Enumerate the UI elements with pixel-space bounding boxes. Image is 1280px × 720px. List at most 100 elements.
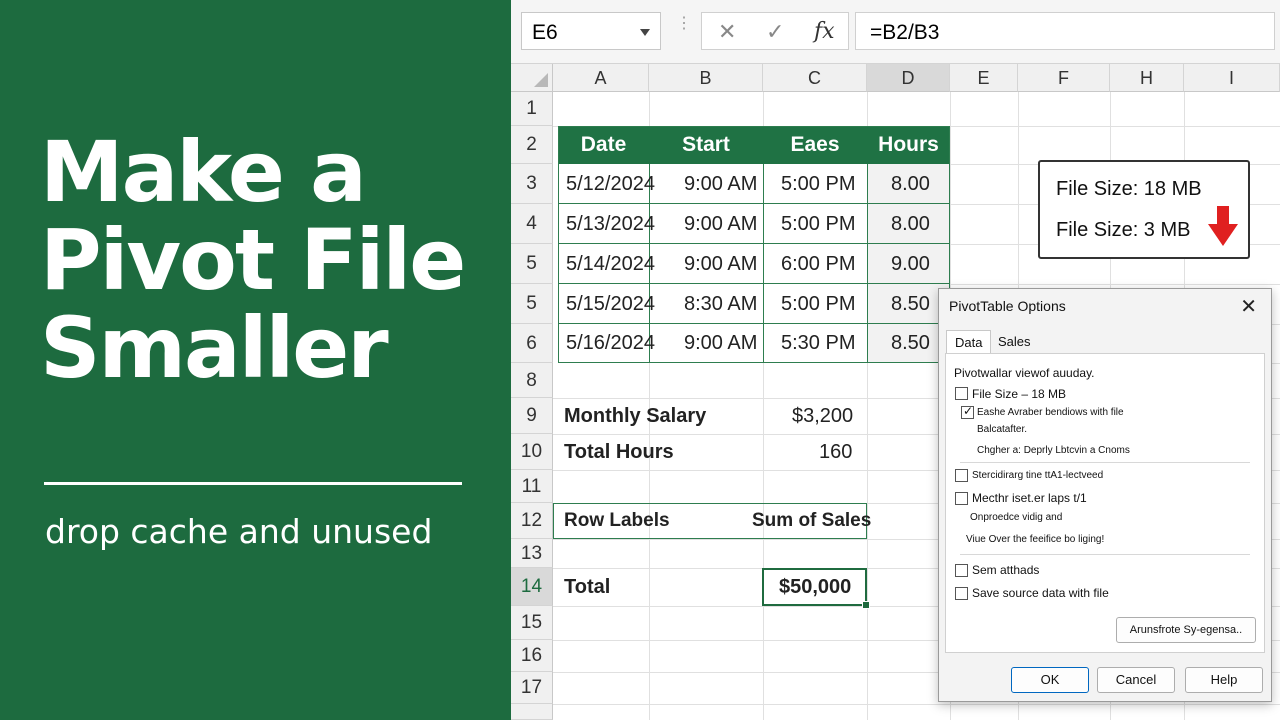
row-header[interactable]: 11: [511, 470, 553, 503]
table-cell[interactable]: 5/14/2024: [566, 253, 655, 276]
table-cell[interactable]: 5:00 PM: [781, 213, 855, 236]
timesheet-table: [558, 126, 950, 363]
divider: [44, 482, 462, 485]
save-source-data-label: Save source data with file: [972, 586, 1109, 600]
column-header-f[interactable]: F: [1018, 64, 1110, 92]
select-all-corner[interactable]: [511, 64, 553, 92]
option-label: Sem atthads: [972, 563, 1040, 577]
name-box[interactable]: E6: [521, 12, 661, 50]
row-header[interactable]: 16: [511, 640, 553, 672]
table-cell[interactable]: 9:00 AM: [684, 253, 757, 276]
option-label: Stercidirarg tine ttA1-lectveed: [972, 470, 1104, 481]
table-cell[interactable]: 5:00 PM: [781, 293, 855, 316]
monthly-salary-value[interactable]: $3,200: [792, 405, 853, 428]
row-header[interactable]: 8: [511, 363, 553, 398]
file-size-callout: File Size: 18 MB File Size: 3 MB: [1038, 160, 1250, 259]
headline-line-2: Pivot File: [40, 211, 466, 309]
table-cell[interactable]: 5/12/2024: [566, 173, 655, 196]
sum-of-sales-header[interactable]: Sum of Sales: [752, 510, 871, 532]
cancel-button[interactable]: Cancel: [1097, 667, 1175, 693]
row-header[interactable]: 5: [511, 284, 553, 324]
option-note: Balcatafter.: [977, 424, 1028, 435]
dialog-title: PivotTable Options: [949, 298, 1066, 314]
row-header[interactable]: 3: [511, 164, 553, 204]
subtitle: drop cache and unused: [45, 512, 433, 551]
name-box-value: E6: [532, 21, 558, 44]
table-cell[interactable]: 9:00 AM: [684, 332, 757, 355]
row-header[interactable]: 17: [511, 672, 553, 704]
total-hours-value[interactable]: 160: [819, 441, 852, 464]
column-header-a[interactable]: A: [553, 64, 649, 92]
table-cell[interactable]: 5:00 PM: [781, 173, 855, 196]
formula-bar: E6 ⋮ ✕ ✓ fx =B2/B3: [511, 0, 1280, 64]
chevron-down-icon[interactable]: [640, 29, 650, 36]
row-header[interactable]: 13: [511, 539, 553, 568]
total-value[interactable]: $50,000: [779, 576, 851, 599]
table-cell[interactable]: 8.00: [891, 173, 930, 196]
headline: Make a Pivot File Smaller: [40, 123, 466, 397]
option-checkbox[interactable]: [955, 469, 968, 482]
tab-sales[interactable]: Sales: [990, 330, 1039, 354]
table-cell[interactable]: 8:30 AM: [684, 293, 757, 316]
headline-line-1: Make a: [40, 123, 367, 221]
table-cell[interactable]: 9:00 AM: [684, 213, 757, 236]
headline-line-3: Smaller: [40, 299, 389, 397]
table-cell[interactable]: 5/16/2024: [566, 332, 655, 355]
tab-pane: Pivotwallar viewof auuday. File Size – 1…: [945, 353, 1265, 653]
option-checkbox[interactable]: [955, 564, 968, 577]
insert-function-icon[interactable]: fx: [814, 19, 835, 44]
row-header-active[interactable]: 14: [511, 568, 553, 606]
table-cell[interactable]: 5/13/2024: [566, 213, 655, 236]
thumbnail-title-panel: Make a Pivot File Smaller drop cache and…: [0, 0, 511, 720]
table-cell[interactable]: 8.50: [891, 332, 930, 355]
total-label[interactable]: Total: [564, 576, 610, 599]
ok-button[interactable]: OK: [1011, 667, 1089, 693]
tab-data[interactable]: Data: [946, 330, 992, 354]
column-header-c[interactable]: C: [763, 64, 867, 92]
advanced-button[interactable]: Arunsfrote Sy-egensa..: [1116, 617, 1256, 643]
row-labels-header[interactable]: Row Labels: [564, 510, 670, 532]
file-size-label: File Size – 18 MB: [972, 387, 1067, 401]
option-note: Onproedce vidig and: [970, 512, 1063, 523]
row-header[interactable]: 10: [511, 434, 553, 470]
file-size-checkbox[interactable]: [955, 387, 968, 400]
column-header-h[interactable]: H: [1110, 64, 1184, 92]
table-cell[interactable]: 6:00 PM: [781, 253, 855, 276]
row-header[interactable]: 5: [511, 244, 553, 284]
formula-input[interactable]: =B2/B3: [855, 12, 1275, 50]
save-with-file-label: Eashe Avraber bendiows with file: [977, 407, 1124, 418]
help-button[interactable]: Help: [1185, 667, 1263, 693]
table-cell[interactable]: 5:30 PM: [781, 332, 855, 355]
enter-icon[interactable]: ✓: [766, 19, 784, 45]
drag-handle-icon[interactable]: ⋮: [676, 16, 692, 32]
table-cell[interactable]: 8.00: [891, 213, 930, 236]
section-heading: Pivotwallar viewof auuday.: [954, 366, 1095, 380]
table-cell[interactable]: 8.50: [891, 293, 930, 316]
column-header-i[interactable]: I: [1184, 64, 1280, 92]
formula-buttons: ✕ ✓ fx: [701, 12, 849, 50]
total-hours-label[interactable]: Total Hours: [564, 441, 674, 464]
row-header[interactable]: 1: [511, 92, 553, 126]
row-header[interactable]: 6: [511, 324, 553, 363]
arrow-down-icon: [1208, 206, 1238, 246]
file-size-before: File Size: 18 MB: [1056, 178, 1202, 200]
row-header[interactable]: 9: [511, 398, 553, 434]
row-header[interactable]: 2: [511, 126, 553, 164]
save-source-data-checkbox[interactable]: [955, 587, 968, 600]
monthly-salary-label[interactable]: Monthly Salary: [564, 405, 706, 428]
cancel-icon[interactable]: ✕: [718, 19, 736, 45]
column-header-d[interactable]: D: [867, 64, 950, 92]
column-header-b[interactable]: B: [649, 64, 763, 92]
option-checkbox[interactable]: [955, 492, 968, 505]
table-cell[interactable]: 9:00 AM: [684, 173, 757, 196]
save-with-file-checkbox[interactable]: [961, 404, 974, 419]
row-header[interactable]: 15: [511, 606, 553, 640]
table-cell[interactable]: 9.00: [891, 253, 930, 276]
option-label: Mecthr iset.er laps t/1: [972, 491, 1087, 505]
row-header[interactable]: 4: [511, 204, 553, 244]
close-icon[interactable]: ✕: [1240, 294, 1257, 319]
column-header-e[interactable]: E: [950, 64, 1018, 92]
table-cell[interactable]: 5/15/2024: [566, 293, 655, 316]
row-header[interactable]: 12: [511, 503, 553, 539]
option-note: Viue Over the feeifice bo liging!: [966, 534, 1105, 545]
